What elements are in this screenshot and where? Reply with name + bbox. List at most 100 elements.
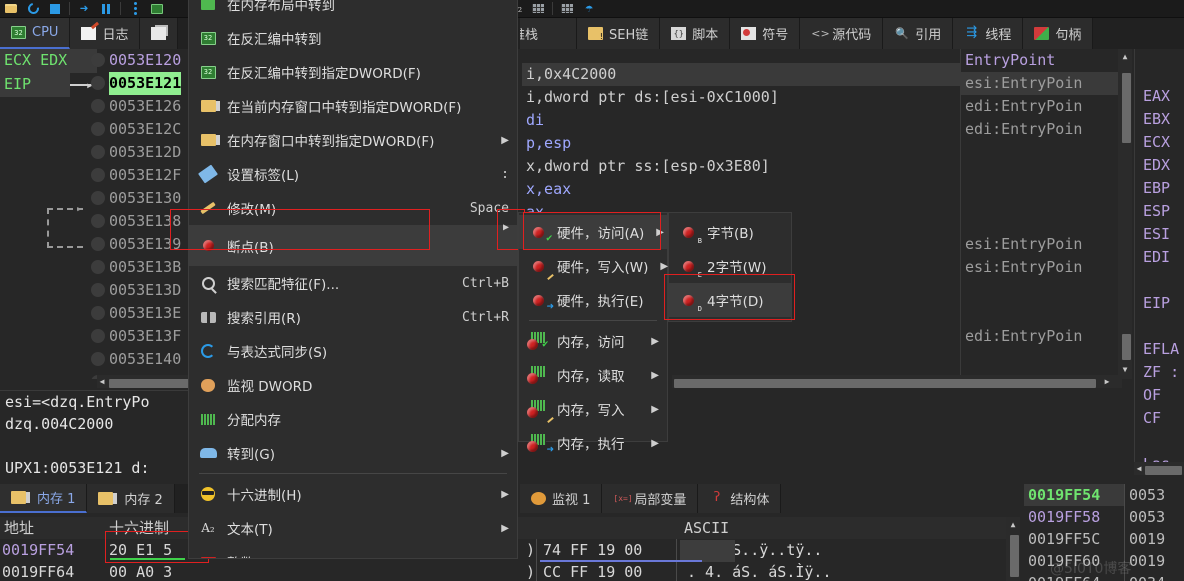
disasm-row[interactable]: 0053E13D [85, 279, 200, 302]
disasm-instructions[interactable]: i,0x4C2000 i,dword ptr ds:[esi-0xC1000] … [522, 63, 960, 233]
dump-scroll-up-arrow-icon[interactable]: ▲ [1006, 517, 1020, 530]
menu-item-hw-write[interactable]: 硬件，写入(W) ▶ [519, 249, 668, 283]
disasm-instruction-row[interactable]: x,dword ptr ss:[esp-0x3E80] [522, 155, 960, 178]
menu-item-mem-write[interactable]: 内存，写入 ▶ [519, 392, 667, 426]
disasm-row[interactable]: 0053E13B [85, 256, 200, 279]
menu-item-integer[interactable]: 42 整数(I) ▶ [189, 545, 517, 558]
menu-item-mem-execute[interactable]: ➜ 内存，执行 ▶ [519, 426, 667, 460]
breakpoint-dot-icon[interactable] [91, 53, 105, 67]
dump-vscroll-thumb[interactable] [1010, 535, 1019, 577]
register-ecx[interactable]: ECX [1135, 131, 1184, 154]
register-esp[interactable]: ESP [1135, 200, 1184, 223]
tab-cpu[interactable]: CPU [0, 18, 71, 49]
grid-icon[interactable] [556, 0, 578, 18]
disasm-row[interactable]: 0053E138 [85, 210, 200, 233]
menu-item-dword[interactable]: D 4字节(D) [669, 283, 791, 317]
disasm-instruction-row[interactable]: i,dword ptr ds:[esi-0xC1000] [522, 86, 960, 109]
step-over-icon[interactable]: ➜ [73, 0, 95, 18]
disasm-row[interactable]: 0053E12F [85, 164, 200, 187]
scroll-down-arrow-icon[interactable]: ▼ [1118, 364, 1132, 375]
disasm-hscroll-thumb[interactable] [109, 379, 197, 388]
umbrella-icon[interactable]: ☂ [578, 0, 600, 18]
tab-notes[interactable] [140, 18, 179, 49]
breakpoint-dot-icon[interactable] [91, 260, 105, 274]
breakpoint-dot-icon[interactable] [91, 76, 105, 90]
menu-item-goto-memory-layout[interactable]: 在内存布局中转到 [189, 0, 517, 21]
disasm-instruction-row[interactable]: di [522, 109, 960, 132]
disasm-row[interactable]: 0053E120 [85, 49, 200, 72]
scroll-right-arrow-icon[interactable]: ▶ [1100, 376, 1114, 387]
dump-ascii-table[interactable]: ASCII ) 74 FF 19 00 áS. áS..ÿ..tÿ.. ) CC… [508, 517, 1020, 581]
menu-item-sync-expression[interactable]: 与表达式同步(S) [189, 334, 517, 368]
tab-locals[interactable]: [x=] 局部变量 [602, 484, 699, 513]
breakpoint-dot-icon[interactable] [91, 214, 105, 228]
disasm-row[interactable]: 0053E130 [85, 187, 200, 210]
tab-memory-2[interactable]: 内存 2 [87, 484, 175, 513]
menu-item-search-pattern[interactable]: 搜索匹配特征(F)... Ctrl+B [189, 266, 517, 300]
menu-item-goto-memwin-dword[interactable]: 在内存窗口中转到指定DWORD(F) ▶ [189, 123, 517, 157]
comments-vscrollbar[interactable]: ▲ ▼ [1118, 49, 1132, 379]
stack-row[interactable]: 0019FF54 0053 [1024, 484, 1184, 506]
registers-hscroll-thumb[interactable] [1145, 466, 1182, 475]
disasm-hscroll-thumb-2[interactable] [674, 379, 1096, 388]
disasm-row[interactable]: 0053E121 [85, 72, 200, 95]
disasm-row[interactable]: 0053E139 [85, 233, 200, 256]
dump-row[interactable]: 0019FF64 00 A0 3 [0, 561, 230, 581]
menu-item-breakpoint[interactable]: 断点(B) [189, 225, 517, 266]
breakpoint-dot-icon[interactable] [91, 191, 105, 205]
disasm-row[interactable]: 0053E140 [85, 348, 200, 371]
tab-symbol[interactable]: 符号 [730, 18, 801, 49]
menu-item-goto-disasm-dword[interactable]: 在反汇编中转到指定DWORD(F) [189, 55, 517, 89]
register-eip[interactable]: EIP [1135, 292, 1184, 315]
breakpoint-dot-icon[interactable] [91, 283, 105, 297]
menu-item-goto-disasm[interactable]: 在反汇编中转到 [189, 21, 517, 55]
disasm-row[interactable]: 0053E126 [85, 95, 200, 118]
tab-struct[interactable]: ʔ 结构体 [698, 484, 782, 513]
breakpoint-dot-icon[interactable] [91, 237, 105, 251]
disasm-comments-column[interactable]: EntryPoint esi:EntryPoin edi:EntryPoin e… [960, 49, 1123, 379]
menu-item-modify[interactable]: 修改(M) Space [189, 191, 517, 225]
register-edi[interactable]: EDI [1135, 246, 1184, 269]
comments-vscroll-thumb[interactable] [1122, 73, 1131, 143]
breakpoint-dot-icon[interactable] [91, 306, 105, 320]
menu-item-hw-execute[interactable]: ➜ 硬件，执行(E) [519, 283, 667, 317]
registers-scroll-left-arrow-icon[interactable]: ◀ [1134, 463, 1144, 474]
tab-stack[interactable]: 堆栈 [520, 18, 577, 49]
menu-item-text[interactable]: A₂ 文本(T) ▶ [189, 511, 517, 545]
menu-item-allocate-memory[interactable]: 分配内存 [189, 402, 517, 436]
disasm-row[interactable]: 0053E12D [85, 141, 200, 164]
disasm-row[interactable]: 0053E13F [85, 325, 200, 348]
tab-memory-1[interactable]: 内存 1 [0, 484, 88, 513]
memory-layout-icon[interactable] [146, 0, 168, 18]
disasm-address-column[interactable]: 0053E120 0053E121 0053E126 0053E12C 0053… [85, 49, 200, 379]
registers-hscrollbar[interactable]: ◀ [1134, 462, 1184, 475]
more-options-icon[interactable] [124, 0, 146, 18]
disasm-row[interactable]: 0053E12C [85, 118, 200, 141]
menu-item-mem-access[interactable]: ✔ 内存，访问 ▶ [519, 324, 667, 358]
menu-item-word[interactable]: E 2字节(W) [669, 249, 791, 283]
stack-row[interactable]: 0019FF5C 0019 [1024, 528, 1184, 550]
breakpoint-dot-icon[interactable] [91, 122, 105, 136]
disasm-instruction-row[interactable]: x,eax [522, 178, 960, 201]
menu-item-goto[interactable]: 转到(G) ▶ [189, 436, 517, 470]
tab-script[interactable]: {} 脚本 [660, 18, 731, 49]
restart-icon[interactable] [22, 0, 44, 18]
breakpoint-dot-icon[interactable] [91, 352, 105, 366]
scroll-up-arrow-icon[interactable]: ▲ [1118, 49, 1132, 62]
menu-item-goto-current-memwin-dword[interactable]: 在当前内存窗口中转到指定DWORD(F) [189, 89, 517, 123]
scroll-left-arrow-icon[interactable]: ◀ [97, 376, 107, 387]
menu-item-mem-read[interactable]: 内存，读取 ▶ [519, 358, 667, 392]
register-esi[interactable]: ESI [1135, 223, 1184, 246]
menu-item-byte[interactable]: B 字节(B) [669, 215, 791, 249]
tab-handle[interactable]: 句柄 [1023, 18, 1094, 49]
context-menu-main[interactable]: 在内存布局中转到 在反汇编中转到 在反汇编中转到指定DWORD(F) 在当前内存… [188, 0, 518, 559]
register-ebp[interactable]: EBP [1135, 177, 1184, 200]
stack-row[interactable]: 0019FF58 0053 [1024, 506, 1184, 528]
menu-item-set-label[interactable]: 设置标签(L) : [189, 157, 517, 191]
register-eax[interactable]: EAX [1135, 85, 1184, 108]
menu-item-hw-access[interactable]: ✔ 硬件，访问(A) ▶ [519, 215, 667, 249]
register-edx[interactable]: EDX [1135, 154, 1184, 177]
flag-of[interactable]: OF [1135, 384, 1184, 407]
tab-thread[interactable]: ⇶ 线程 [953, 18, 1024, 49]
registers-panel[interactable]: EAX EBX ECX EDX EBP ESP ESI EDI EIP EFLA… [1134, 49, 1184, 469]
